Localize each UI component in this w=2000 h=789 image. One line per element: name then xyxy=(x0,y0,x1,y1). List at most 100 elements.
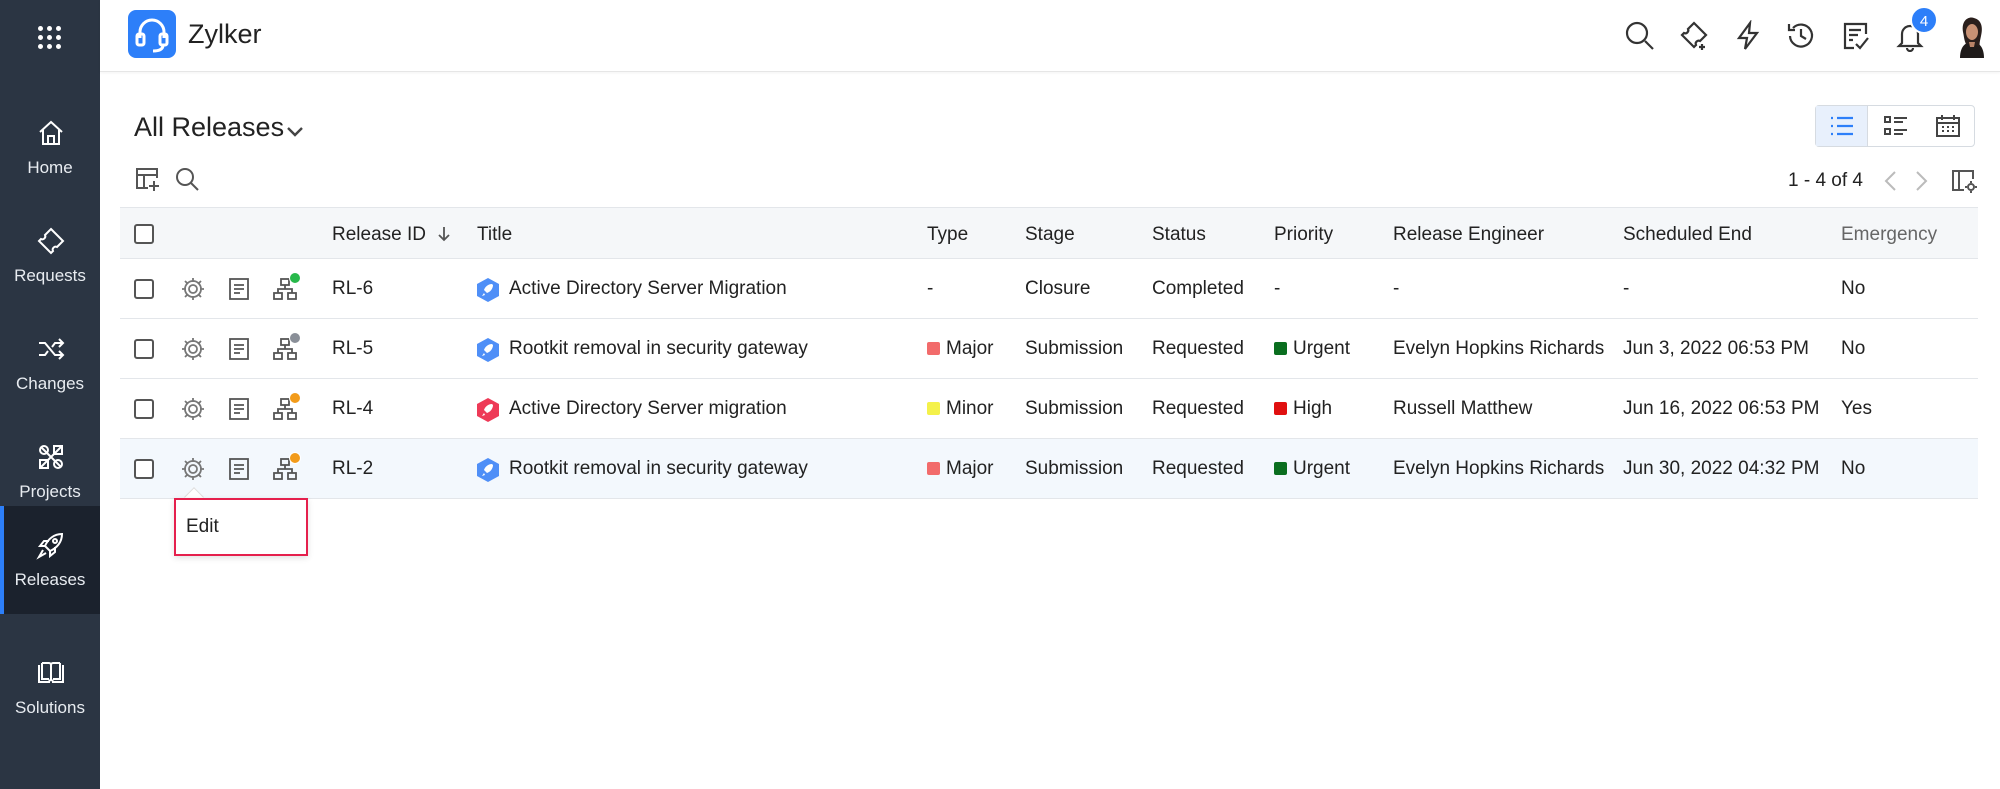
gear-icon[interactable] xyxy=(180,396,206,422)
release-type: - xyxy=(927,278,934,299)
status-indicator-icon xyxy=(289,272,301,284)
row-checkbox[interactable] xyxy=(134,339,154,359)
table-row[interactable]: RL-4 Active Directory Server migration M… xyxy=(120,379,1978,439)
gear-icon[interactable] xyxy=(180,276,206,302)
history-icon[interactable] xyxy=(1785,20,1817,52)
chevron-down-icon[interactable] xyxy=(284,120,306,142)
sidebar-item-solutions[interactable]: Solutions xyxy=(0,634,100,742)
scheduled-end: Jun 3, 2022 06:53 PM xyxy=(1623,338,1809,359)
detail-list-view-button[interactable] xyxy=(1870,106,1922,146)
emergency: No xyxy=(1841,278,1866,299)
sidebar-item-requests[interactable]: Requests xyxy=(0,202,100,310)
zylker-logo xyxy=(128,10,176,58)
search-icon[interactable] xyxy=(1624,20,1656,52)
release-stage: Submission xyxy=(1025,398,1124,419)
release-id[interactable]: RL-6 xyxy=(332,278,373,300)
row-checkbox[interactable] xyxy=(134,399,154,419)
select-all-checkbox[interactable] xyxy=(134,224,154,244)
column-header-emergency[interactable]: Emergency xyxy=(1841,224,1937,246)
release-priority: High xyxy=(1274,398,1332,420)
scheduled-end: Jun 30, 2022 04:32 PM xyxy=(1623,458,1820,479)
projects-icon xyxy=(39,445,63,469)
shuffle-icon xyxy=(39,338,65,360)
release-id[interactable]: RL-2 xyxy=(332,458,373,480)
status-indicator-icon xyxy=(289,392,301,404)
release-engineer: Evelyn Hopkins Richards xyxy=(1393,338,1605,359)
scheduled-end: - xyxy=(1623,278,1630,299)
view-switcher xyxy=(1815,105,1975,147)
notes-icon[interactable] xyxy=(226,336,252,362)
column-header-release-id[interactable]: Release ID xyxy=(332,224,451,246)
status-indicator-icon xyxy=(289,452,301,464)
release-title[interactable]: Rootkit removal in security gateway xyxy=(509,458,808,480)
notification-badge: 4 xyxy=(1910,6,1938,34)
sort-down-icon xyxy=(438,227,450,242)
avatar[interactable] xyxy=(1954,14,1990,58)
column-settings-icon[interactable] xyxy=(1950,168,1978,194)
column-header-title[interactable]: Title xyxy=(477,224,512,246)
sidebar-item-label: Home xyxy=(27,158,73,177)
search-icon[interactable] xyxy=(174,166,200,192)
release-type: Major xyxy=(927,458,994,480)
release-title[interactable]: Rootkit removal in security gateway xyxy=(509,338,808,360)
release-badge-icon xyxy=(477,338,499,362)
release-stage: Closure xyxy=(1025,278,1091,299)
gear-icon[interactable] xyxy=(180,456,206,482)
column-header-scheduled-end[interactable]: Scheduled End xyxy=(1623,224,1752,246)
sidebar-item-changes[interactable]: Changes xyxy=(0,310,100,418)
scheduled-end: Jun 16, 2022 06:53 PM xyxy=(1623,398,1820,419)
release-title[interactable]: Active Directory Server Migration xyxy=(509,278,787,300)
release-status: Completed xyxy=(1152,278,1244,299)
notes-icon[interactable] xyxy=(226,456,252,482)
row-checkbox[interactable] xyxy=(134,279,154,299)
sidebar-item-label: Releases xyxy=(14,570,86,589)
column-header-stage[interactable]: Stage xyxy=(1025,224,1075,246)
release-title[interactable]: Active Directory Server migration xyxy=(509,398,787,420)
sidebar-item-label: Requests xyxy=(14,266,86,285)
release-priority: Urgent xyxy=(1274,338,1350,360)
gear-icon[interactable] xyxy=(180,336,206,362)
release-id[interactable]: RL-5 xyxy=(332,338,373,360)
checklist-icon[interactable] xyxy=(1840,20,1872,52)
ticket-icon xyxy=(37,227,65,255)
edit-tooltip-menu[interactable]: Edit xyxy=(174,498,308,556)
list-view-button[interactable] xyxy=(1816,106,1868,146)
release-engineer: Evelyn Hopkins Richards xyxy=(1393,458,1605,479)
sidebar-item-releases[interactable]: Releases xyxy=(0,506,100,614)
status-indicator-icon xyxy=(289,332,301,344)
release-type: Major xyxy=(927,338,994,360)
column-header-priority[interactable]: Priority xyxy=(1274,224,1333,246)
sidebar-item-home[interactable]: Home xyxy=(0,94,100,202)
table-row[interactable]: RL-6 Active Directory Server Migration -… xyxy=(120,259,1978,319)
book-icon xyxy=(38,662,64,683)
list-view-icon xyxy=(1831,116,1853,136)
table-add-icon[interactable] xyxy=(134,166,160,192)
column-header-release-engineer[interactable]: Release Engineer xyxy=(1393,224,1544,246)
release-badge-icon xyxy=(477,458,499,482)
notes-icon[interactable] xyxy=(226,396,252,422)
edit-menu-item[interactable]: Edit xyxy=(186,516,219,538)
calendar-icon xyxy=(1936,115,1960,137)
emergency: No xyxy=(1841,338,1866,359)
release-stage: Submission xyxy=(1025,458,1124,479)
release-priority: Urgent xyxy=(1274,458,1350,480)
release-badge-icon xyxy=(477,398,499,422)
column-header-status[interactable]: Status xyxy=(1152,224,1206,246)
next-page-icon[interactable] xyxy=(1910,168,1932,194)
column-header-type[interactable]: Type xyxy=(927,224,968,246)
home-icon xyxy=(39,120,63,145)
table-row[interactable]: RL-2 Rootkit removal in security gateway… xyxy=(120,439,1978,499)
sidebar-item-label: Changes xyxy=(15,374,85,393)
row-checkbox[interactable] xyxy=(134,459,154,479)
sidebar: Home Requests Changes Projects Releases … xyxy=(0,0,100,789)
page-title[interactable]: All Releases xyxy=(134,112,284,143)
lightning-icon[interactable] xyxy=(1732,20,1764,52)
table-header: Release ID Title Type Stage Status Prior… xyxy=(120,207,1978,259)
calendar-view-button[interactable] xyxy=(1922,106,1974,146)
app-grid-icon[interactable] xyxy=(38,26,62,50)
sparkle-ticket-icon[interactable] xyxy=(1678,20,1710,52)
previous-page-icon[interactable] xyxy=(1880,168,1902,194)
table-row[interactable]: RL-5 Rootkit removal in security gateway… xyxy=(120,319,1978,379)
notes-icon[interactable] xyxy=(226,276,252,302)
release-id[interactable]: RL-4 xyxy=(332,398,373,420)
